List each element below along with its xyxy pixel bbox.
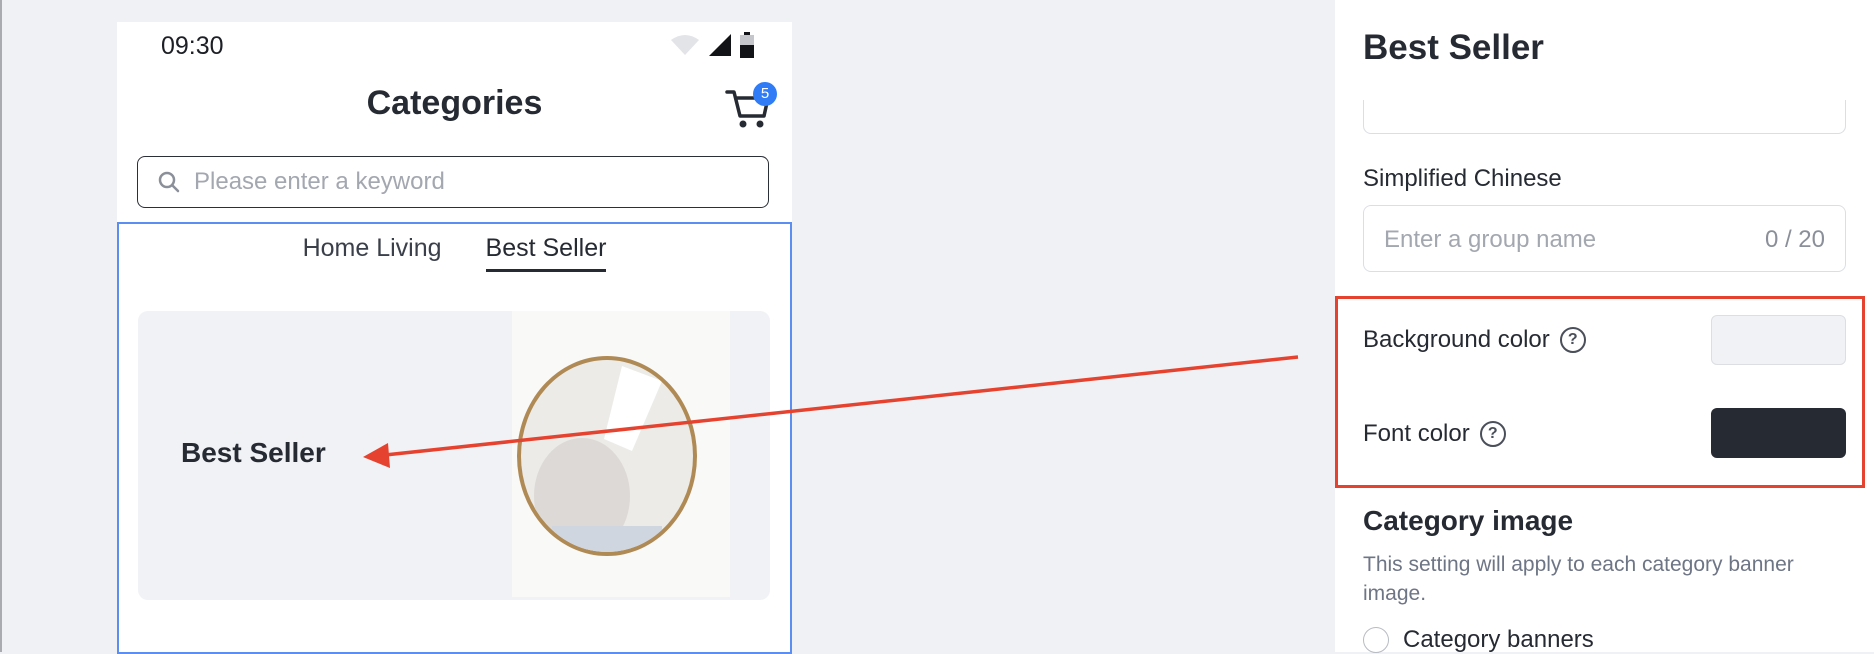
status-time: 09:30: [161, 32, 224, 60]
tab-best-seller[interactable]: Best Seller: [485, 234, 607, 272]
group-name-input[interactable]: Enter a group name 0 / 20: [1363, 205, 1846, 272]
category-banners-label: Category banners: [1403, 626, 1594, 653]
category-image-title: Category image: [1363, 505, 1574, 536]
search-icon: [158, 171, 180, 193]
group-name-placeholder: Enter a group name: [1384, 226, 1597, 253]
wifi-icon: [671, 35, 699, 55]
battery-icon: [740, 32, 754, 58]
category-image-description: This setting will apply to each category…: [1363, 553, 1794, 605]
search-placeholder: Please enter a keyword: [194, 168, 445, 195]
page-title: Categories: [366, 84, 543, 122]
banner-image: [512, 311, 730, 597]
search-input[interactable]: Please enter a keyword: [137, 156, 769, 208]
panel-title: Best Seller: [1363, 28, 1544, 67]
signal-icon: [709, 34, 731, 56]
banner-title: Best Seller: [181, 437, 326, 468]
group-name-counter: 0 / 20: [1764, 226, 1825, 253]
window-edge: [0, 0, 2, 652]
status-icons: [670, 32, 754, 58]
category-banners-option[interactable]: Category banners: [1363, 626, 1594, 654]
mirror-image: [517, 356, 697, 556]
phone-preview: 09:30 Categories 5 Please enter a keywor…: [117, 22, 792, 654]
annotation-highlight-box: [1335, 296, 1865, 488]
previous-input-field[interactable]: [1363, 100, 1846, 134]
cart-button[interactable]: 5: [725, 82, 777, 132]
radio-icon[interactable]: [1363, 627, 1389, 653]
simplified-chinese-label: Simplified Chinese: [1363, 165, 1562, 192]
tab-home-living[interactable]: Home Living: [303, 234, 442, 272]
cart-badge: 5: [753, 82, 777, 106]
category-banner[interactable]: Best Seller: [138, 311, 770, 600]
category-tabs: Home Living Best Seller: [117, 234, 792, 272]
